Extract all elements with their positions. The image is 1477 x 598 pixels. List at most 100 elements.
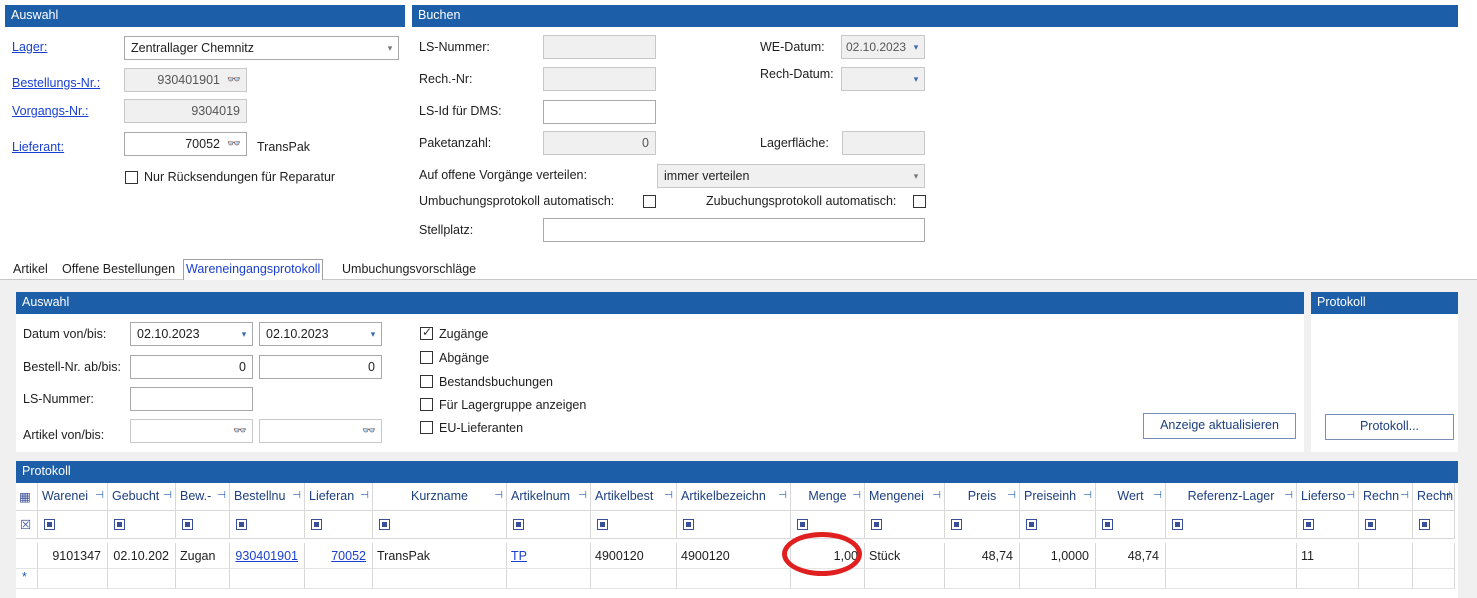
new-row-cell[interactable] <box>677 569 791 589</box>
column-header[interactable]: Bew.- ⊣ <box>176 483 230 511</box>
new-row-cell[interactable] <box>1020 569 1096 589</box>
tab-offene-bestellungen[interactable]: Offene Bestellungen <box>62 262 175 276</box>
filter-icon[interactable] <box>379 519 390 530</box>
binoculars-icon[interactable]: 👓 <box>226 73 242 87</box>
new-row-cell[interactable] <box>305 569 373 589</box>
rueck-checkbox[interactable] <box>125 171 138 184</box>
vorgangsnr-field[interactable]: 9304019 <box>124 99 247 123</box>
filter-icon[interactable] <box>1303 519 1314 530</box>
column-chooser-icon[interactable]: ▦ <box>16 483 38 511</box>
protokoll-button[interactable]: Protokoll... <box>1325 414 1454 440</box>
pin-icon[interactable]: ⊣ <box>494 490 503 501</box>
column-filter-cell[interactable] <box>1413 511 1455 539</box>
bestellnr-von-field[interactable]: 0 <box>130 355 253 379</box>
umbuchung-checkbox[interactable] <box>643 195 656 208</box>
column-filter-cell[interactable] <box>1297 511 1359 539</box>
new-row-cell[interactable] <box>1359 569 1413 589</box>
lager-select[interactable]: Zentrallager Chemnitz ▾ <box>124 36 399 60</box>
filter-icon[interactable] <box>236 519 247 530</box>
new-row-cell[interactable] <box>591 569 677 589</box>
rech-datum-field[interactable]: ▾ <box>841 67 925 91</box>
column-header[interactable]: Artikelbest ⊣ <box>591 483 677 511</box>
new-row-cell[interactable] <box>865 569 945 589</box>
column-header[interactable]: Wert ⊣ <box>1096 483 1166 511</box>
anzeige-aktualisieren-button[interactable]: Anzeige aktualisieren <box>1143 413 1296 439</box>
pin-icon[interactable]: ⊣ <box>778 490 787 501</box>
bestellnr-field[interactable]: 930401901 👓 <box>124 68 247 92</box>
new-row-cell[interactable] <box>1166 569 1297 589</box>
pin-icon[interactable]: ⊣ <box>1007 490 1016 501</box>
eu-lieferanten-checkbox[interactable] <box>420 421 433 434</box>
lieferant-field[interactable]: 70052 👓 <box>124 132 247 156</box>
column-filter-cell[interactable] <box>230 511 305 539</box>
pin-icon[interactable]: ⊣ <box>292 490 301 501</box>
new-row-cell[interactable] <box>1413 569 1455 589</box>
new-row-cell[interactable] <box>230 569 305 589</box>
rech-nr-field[interactable] <box>543 67 656 91</box>
column-header[interactable]: Rechn ⊣ <box>1359 483 1413 511</box>
pin-icon[interactable]: ⊣ <box>1442 490 1451 501</box>
filter-icon[interactable] <box>951 519 962 530</box>
lieferant-label-link[interactable]: Lieferant: <box>12 140 64 154</box>
new-row-cell[interactable] <box>108 569 176 589</box>
column-header[interactable]: Menge ⊣ <box>791 483 865 511</box>
pin-icon[interactable]: ⊣ <box>1346 490 1355 501</box>
ls-nummer-field[interactable] <box>543 35 656 59</box>
new-row-cell[interactable] <box>38 569 108 589</box>
filter-icon[interactable] <box>871 519 882 530</box>
filter-icon[interactable] <box>1365 519 1376 530</box>
lager-label-link[interactable]: Lager: <box>12 40 47 54</box>
table-cell[interactable]: 70052 <box>305 543 373 569</box>
artikel-von-field[interactable]: 👓 <box>130 419 253 443</box>
new-row-cell[interactable] <box>507 569 591 589</box>
new-row-cell[interactable] <box>176 569 230 589</box>
datum-bis-field[interactable]: 02.10.2023 ▾ <box>259 322 382 346</box>
table-cell[interactable]: TP <box>507 543 591 569</box>
filter-icon[interactable] <box>311 519 322 530</box>
column-filter-cell[interactable] <box>176 511 230 539</box>
lagerflaeche-field[interactable] <box>842 131 925 155</box>
column-header[interactable]: Rechn ⊣ <box>1413 483 1455 511</box>
column-header[interactable]: Lieferso ⊣ <box>1297 483 1359 511</box>
abgaenge-checkbox[interactable] <box>420 351 433 364</box>
column-header[interactable]: Preis ⊣ <box>945 483 1020 511</box>
filter-icon[interactable] <box>114 519 125 530</box>
new-row-icon[interactable]: * <box>16 569 38 589</box>
pin-icon[interactable]: ⊣ <box>95 490 104 501</box>
ls-id-field[interactable] <box>543 100 656 124</box>
filter-icon[interactable] <box>182 519 193 530</box>
column-filter-cell[interactable] <box>677 511 791 539</box>
pin-icon[interactable]: ⊣ <box>163 490 172 501</box>
pin-icon[interactable]: ⊣ <box>1400 490 1409 501</box>
binoculars-icon[interactable]: 👓 <box>232 424 248 438</box>
bestellnr-bis-field[interactable]: 0 <box>259 355 382 379</box>
column-filter-cell[interactable] <box>865 511 945 539</box>
artikel-bis-field[interactable]: 👓 <box>259 419 382 443</box>
column-header[interactable]: Artikelbezeichn ⊣ <box>677 483 791 511</box>
new-row-cell[interactable] <box>945 569 1020 589</box>
column-header[interactable]: Warenei ⊣ <box>38 483 108 511</box>
column-filter-cell[interactable] <box>38 511 108 539</box>
ls-nummer-filter-field[interactable] <box>130 387 253 411</box>
filter-icon[interactable] <box>1102 519 1113 530</box>
pin-icon[interactable]: ⊣ <box>1284 490 1293 501</box>
pin-icon[interactable]: ⊣ <box>360 490 369 501</box>
column-filter-cell[interactable] <box>1166 511 1297 539</box>
pin-icon[interactable]: ⊣ <box>578 490 587 501</box>
column-filter-cell[interactable] <box>373 511 507 539</box>
filter-icon[interactable] <box>44 519 55 530</box>
column-header[interactable]: Referenz-Lager ⊣ <box>1166 483 1297 511</box>
binoculars-icon[interactable]: 👓 <box>226 137 242 151</box>
column-header[interactable]: Preiseinh ⊣ <box>1020 483 1096 511</box>
bestandsbuchungen-checkbox[interactable] <box>420 375 433 388</box>
pin-icon[interactable]: ⊣ <box>852 490 861 501</box>
tab-umbuchungsvorschlaege[interactable]: Umbuchungsvorschläge <box>342 262 476 276</box>
pin-icon[interactable]: ⊣ <box>217 490 226 501</box>
pin-icon[interactable]: ⊣ <box>1083 490 1092 501</box>
pin-icon[interactable]: ⊣ <box>1153 490 1162 501</box>
column-header[interactable]: Gebucht ⊣ <box>108 483 176 511</box>
column-header[interactable]: Lieferan ⊣ <box>305 483 373 511</box>
column-filter-cell[interactable] <box>591 511 677 539</box>
column-header[interactable]: Bestellnu ⊣ <box>230 483 305 511</box>
column-header[interactable]: Artikelnum ⊣ <box>507 483 591 511</box>
